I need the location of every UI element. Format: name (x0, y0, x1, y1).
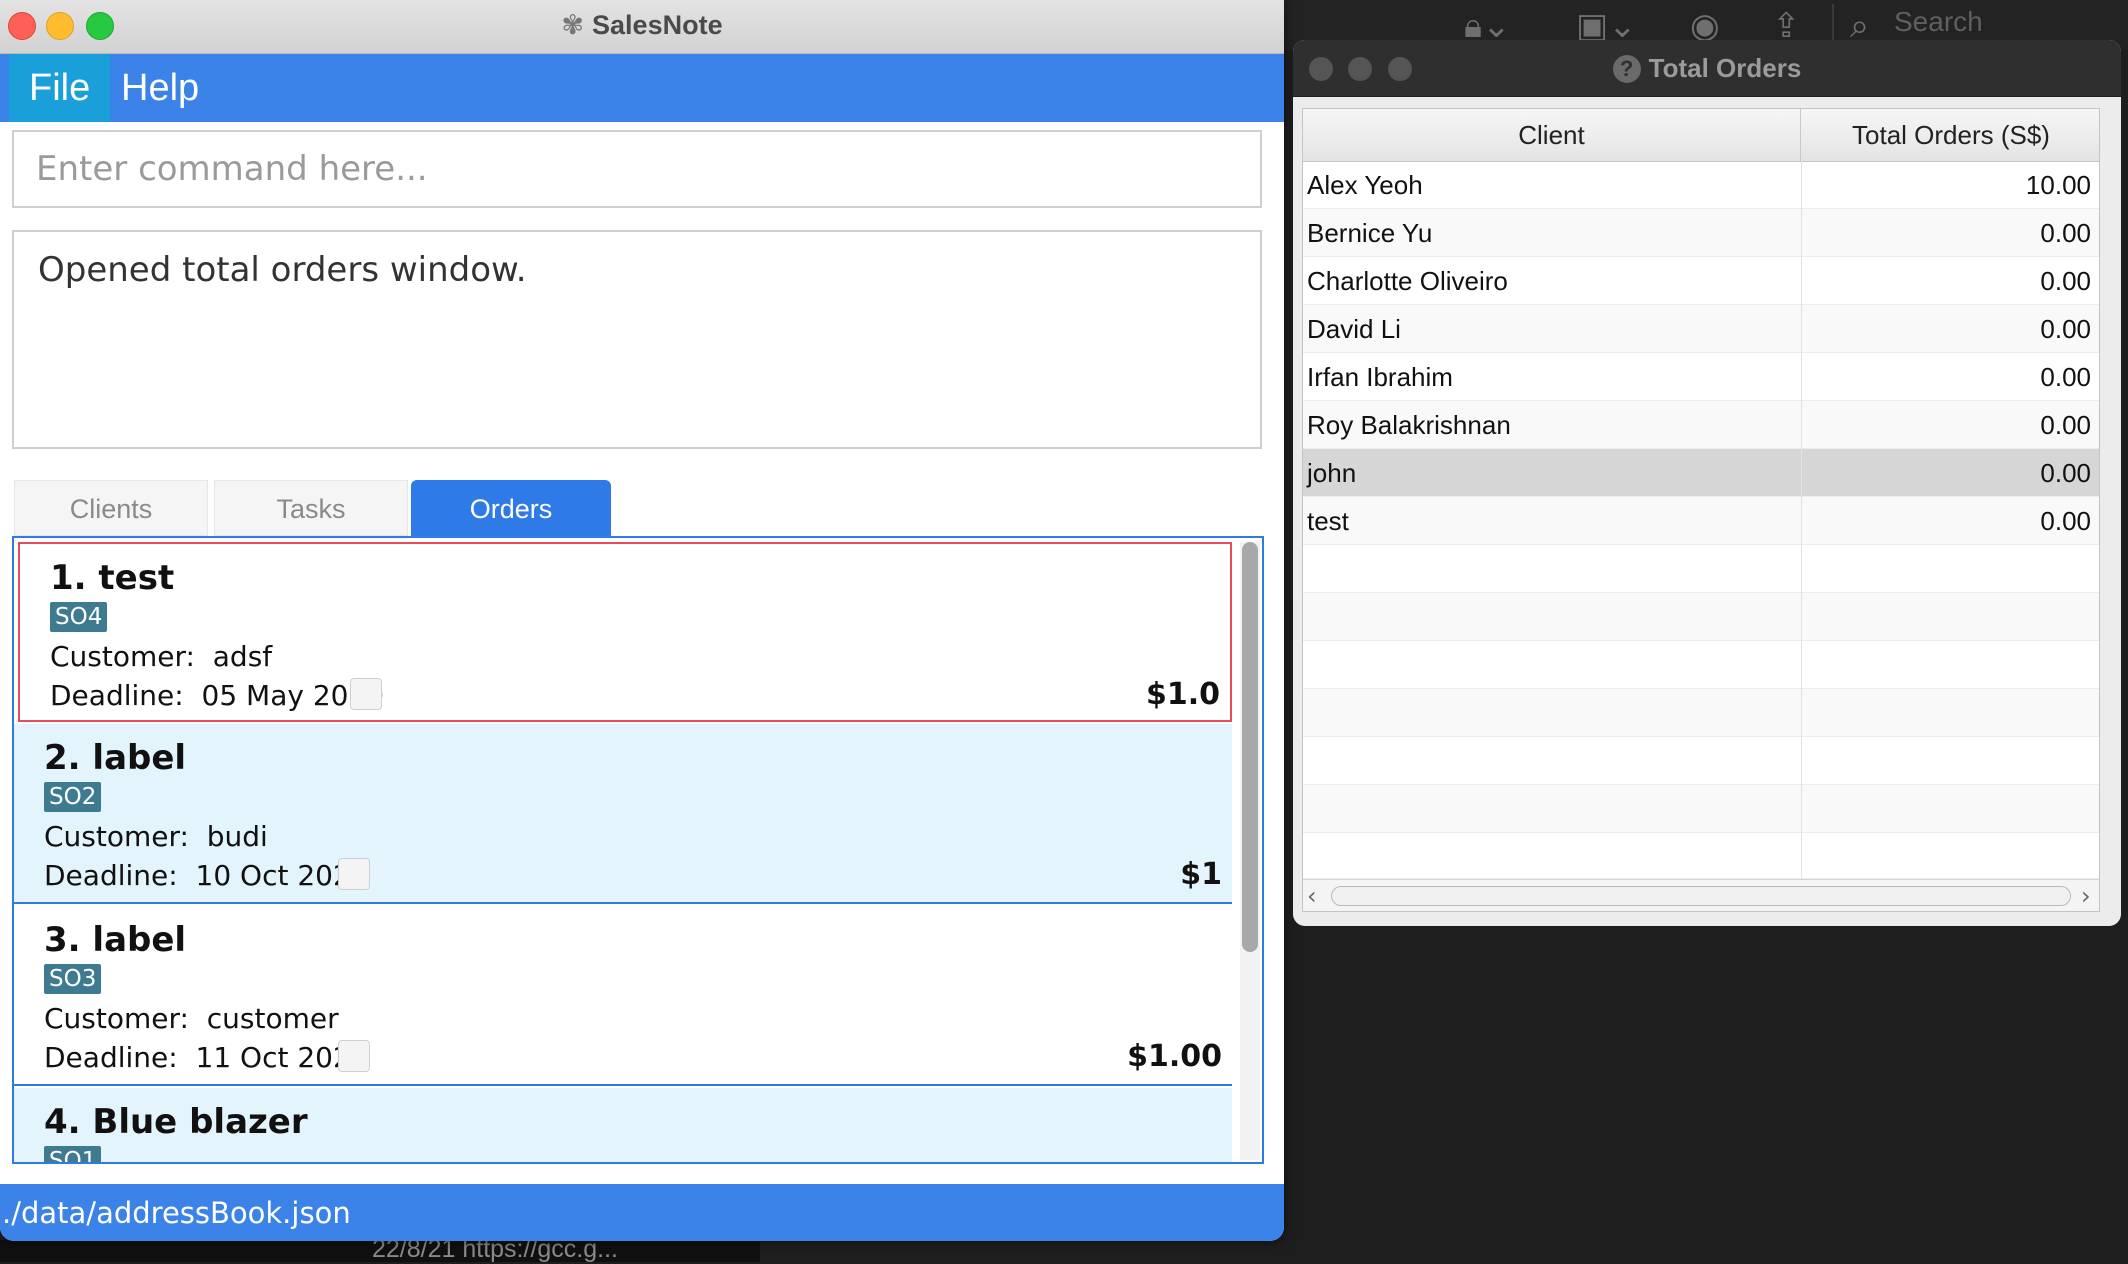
order-list[interactable]: 1. test SO4 Customer: adsf Deadline: 05 … (12, 536, 1264, 1164)
client-cell: David Li (1307, 314, 1401, 344)
empty-row (1303, 833, 2099, 881)
result-display: Opened total orders window. (12, 230, 1262, 449)
order-tag: SO1 (44, 1146, 102, 1162)
order-price: $1.00 (1127, 1039, 1222, 1074)
order-title: 4. Blue blazer (44, 1102, 308, 1142)
column-header-client[interactable]: Client (1303, 109, 1801, 161)
customer-label: Customer: (44, 1002, 189, 1035)
order-customer: Customer: adsf (50, 640, 272, 673)
total-cell: 10.00 (1801, 161, 2097, 209)
table-row[interactable]: Alex Yeoh 10.00 (1303, 161, 2099, 209)
order-title: 1. test (50, 558, 175, 598)
client-cell: Roy Balakrishnan (1307, 410, 1511, 440)
order-done-checkbox[interactable] (338, 1040, 370, 1072)
order-deadline: Deadline: 10 Oct 2020 (44, 859, 369, 892)
menu-help[interactable]: Help (101, 54, 219, 122)
empty-row (1303, 737, 2099, 785)
total-cell: 0.00 (1801, 209, 2097, 257)
table-row[interactable]: Charlotte Oliveiro 0.00 (1303, 257, 2099, 305)
order-done-checkbox[interactable] (338, 858, 370, 890)
total-cell: 0.00 (1801, 305, 2097, 353)
tab-orders[interactable]: Orders (411, 480, 611, 536)
menu-file[interactable]: File (9, 54, 111, 122)
empty-row (1303, 641, 2099, 689)
order-deadline: Deadline: 11 Oct 2020 (44, 1041, 369, 1074)
table-row-selected[interactable]: john 0.00 (1303, 449, 2099, 497)
horizontal-scroll-thumb[interactable] (1331, 886, 2071, 906)
order-title: 3. label (44, 920, 187, 960)
table-header: Client Total Orders (S$) (1303, 109, 2099, 162)
tab-tasks[interactable]: Tasks (214, 480, 408, 536)
order-card[interactable]: 4. Blue blazer SO1 (14, 1088, 1232, 1162)
scroll-left-icon[interactable]: ‹ (1307, 882, 1317, 910)
title-bar[interactable]: ✾ SalesNote (0, 0, 1284, 54)
order-tag: SO3 (44, 964, 102, 994)
empty-row (1303, 545, 2099, 593)
table-row[interactable]: David Li 0.00 (1303, 305, 2099, 353)
total-cell: 0.00 (1801, 497, 2097, 545)
window-title-text: SalesNote (592, 10, 723, 40)
window-title: ✾ SalesNote (0, 10, 1284, 41)
deadline-label: Deadline: (44, 859, 178, 892)
deadline-label: Deadline: (50, 679, 184, 712)
client-cell: Bernice Yu (1307, 218, 1433, 248)
client-cell: Charlotte Oliveiro (1307, 266, 1508, 296)
customer-value: budi (206, 820, 268, 853)
command-input[interactable] (14, 132, 1260, 206)
order-price: $1.0 (1145, 677, 1220, 712)
empty-row (1303, 785, 2099, 833)
menu-bar: File Help (0, 54, 1284, 122)
total-cell: 0.00 (1801, 353, 2097, 401)
search-field[interactable]: Search (1894, 6, 1983, 38)
order-title: 2. label (44, 738, 187, 778)
client-cell: Alex Yeoh (1307, 170, 1423, 200)
scrollbar-thumb[interactable] (1242, 542, 1258, 952)
table-row[interactable]: Bernice Yu 0.00 (1303, 209, 2099, 257)
order-card[interactable]: 1. test SO4 Customer: adsf Deadline: 05 … (18, 542, 1232, 722)
order-deadline: Deadline: 05 May 2020 (50, 679, 384, 712)
order-price: $1 (1180, 857, 1222, 892)
order-list-scrollbar[interactable] (1240, 542, 1260, 1160)
client-cell: test (1307, 506, 1349, 536)
order-tag: SO4 (50, 602, 108, 632)
table-row[interactable]: Roy Balakrishnan 0.00 (1303, 401, 2099, 449)
total-orders-title: ? Total Orders (1293, 53, 2121, 84)
status-bar: ./data/addressBook.json (0, 1184, 1284, 1241)
table-row[interactable]: Irfan Ibrahim 0.00 (1303, 353, 2099, 401)
scroll-right-icon[interactable]: › (2081, 882, 2091, 910)
column-header-total[interactable]: Total Orders (S$) (1801, 109, 2099, 161)
total-orders-title-bar[interactable]: ? Total Orders (1293, 40, 2121, 97)
app-icon: ✾ (561, 10, 585, 41)
order-tag: SO2 (44, 782, 102, 812)
total-orders-window: ? Total Orders Client Total Orders (S$) A… (1293, 40, 2121, 926)
deadline-label: Deadline: (44, 1041, 178, 1074)
total-cell: 0.00 (1801, 257, 2097, 305)
save-location: ./data/addressBook.json (2, 1196, 351, 1230)
empty-row (1303, 593, 2099, 641)
salesnote-window: ✾SalesNote File Help Opened total orders… (0, 0, 1284, 1241)
total-orders-title-text: Total Orders (1648, 53, 1802, 83)
order-card[interactable]: 2. label SO2 Customer: budi Deadline: 10… (14, 724, 1232, 904)
empty-row (1303, 689, 2099, 737)
order-customer: Customer: budi (44, 820, 268, 853)
client-cell: Irfan Ibrahim (1307, 362, 1453, 392)
order-card[interactable]: 3. label SO3 Customer: customer Deadline… (14, 906, 1232, 1086)
horizontal-scrollbar[interactable]: ‹ › (1303, 879, 2099, 911)
question-icon: ? (1612, 55, 1641, 83)
toolbar-divider (1832, 4, 1834, 44)
table-row[interactable]: test 0.00 (1303, 497, 2099, 545)
tab-clients[interactable]: Clients (14, 480, 208, 536)
customer-value: customer (206, 1002, 339, 1035)
order-done-checkbox[interactable] (350, 678, 382, 710)
order-customer: Customer: customer (44, 1002, 339, 1035)
result-text: Opened total orders window. (38, 250, 527, 290)
customer-label: Customer: (50, 640, 195, 673)
customer-label: Customer: (44, 820, 189, 853)
total-cell: 0.00 (1801, 401, 2097, 449)
total-orders-table[interactable]: Client Total Orders (S$) Alex Yeoh 10.00… (1302, 108, 2100, 912)
customer-value: adsf (212, 640, 273, 673)
command-box (12, 130, 1262, 208)
total-cell: 0.00 (1801, 449, 2097, 497)
client-cell: john (1307, 458, 1357, 488)
